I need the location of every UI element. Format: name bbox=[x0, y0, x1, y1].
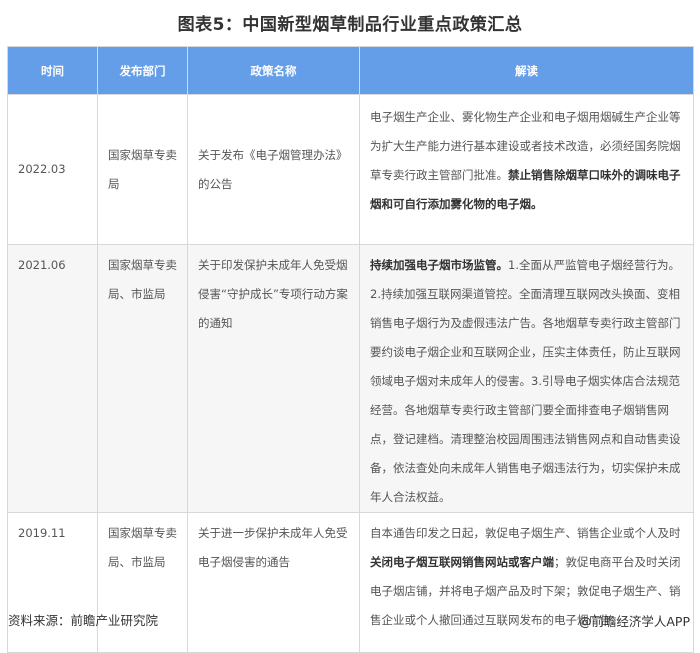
desc-bold-text: 关闭电子烟互联网销售网站或客户端 bbox=[370, 555, 554, 569]
table-row: 2019.11 国家烟草专卖局、市监局 关于进一步保护未成年人免受电子烟侵害的通… bbox=[7, 512, 694, 653]
cell-dept: 国家烟草专卖局、市监局 bbox=[97, 512, 188, 653]
cell-policy: 关于进一步保护未成年人免受电子烟侵害的通告 bbox=[187, 512, 360, 653]
table-row: 2022.03 国家烟草专卖局 关于发布《电子烟管理办法》的公告 电子烟生产企业… bbox=[7, 94, 694, 245]
page-title: 图表5：中国新型烟草制品行业重点政策汇总 bbox=[177, 15, 523, 35]
table-header-row: 时间 发布部门 政策名称 解读 bbox=[7, 46, 694, 95]
desc-bold-text: 持续加强电子烟市场监管。 bbox=[370, 258, 508, 272]
cell-time: 2022.03 bbox=[7, 94, 98, 245]
cell-time: 2019.11 bbox=[7, 512, 98, 653]
table-row: 2021.06 国家烟草专卖局、市监局 关于印发保护未成年人免受烟侵害“守护成长… bbox=[7, 244, 694, 513]
policy-table: 时间 发布部门 政策名称 解读 2022.03 国家烟草专卖局 关于发布《电子烟… bbox=[7, 46, 694, 653]
cell-desc: 自本通告印发之日起，敦促电子烟生产、销售企业或个人及时关闭电子烟互联网销售网站或… bbox=[359, 512, 694, 653]
desc-text: 1.全面从严监管电子烟经营行为。2.持续加强互联网渠道管控。全面清理互联网改头换… bbox=[370, 258, 681, 504]
header-desc: 解读 bbox=[359, 46, 694, 95]
credit-note: @前瞻经济学人APP bbox=[578, 614, 690, 629]
cell-desc: 电子烟生产企业、雾化物生产企业和电子烟用烟碱生产企业等为扩大生产能力进行基本建设… bbox=[359, 94, 694, 245]
cell-dept: 国家烟草专卖局 bbox=[97, 94, 188, 245]
source-note: 资料来源：前瞻产业研究院 bbox=[8, 613, 159, 628]
header-dept: 发布部门 bbox=[97, 46, 188, 95]
desc-text: 自本通告印发之日起，敦促电子烟生产、销售企业或个人及时 bbox=[370, 526, 681, 540]
header-policy: 政策名称 bbox=[187, 46, 360, 95]
cell-policy: 关于印发保护未成年人免受烟侵害“守护成长”专项行动方案的通知 bbox=[187, 244, 360, 513]
cell-policy: 关于发布《电子烟管理办法》的公告 bbox=[187, 94, 360, 245]
cell-dept: 国家烟草专卖局、市监局 bbox=[97, 244, 188, 513]
header-time: 时间 bbox=[7, 46, 98, 95]
cell-desc: 持续加强电子烟市场监管。1.全面从严监管电子烟经营行为。2.持续加强互联网渠道管… bbox=[359, 244, 694, 513]
cell-time: 2021.06 bbox=[7, 244, 98, 513]
